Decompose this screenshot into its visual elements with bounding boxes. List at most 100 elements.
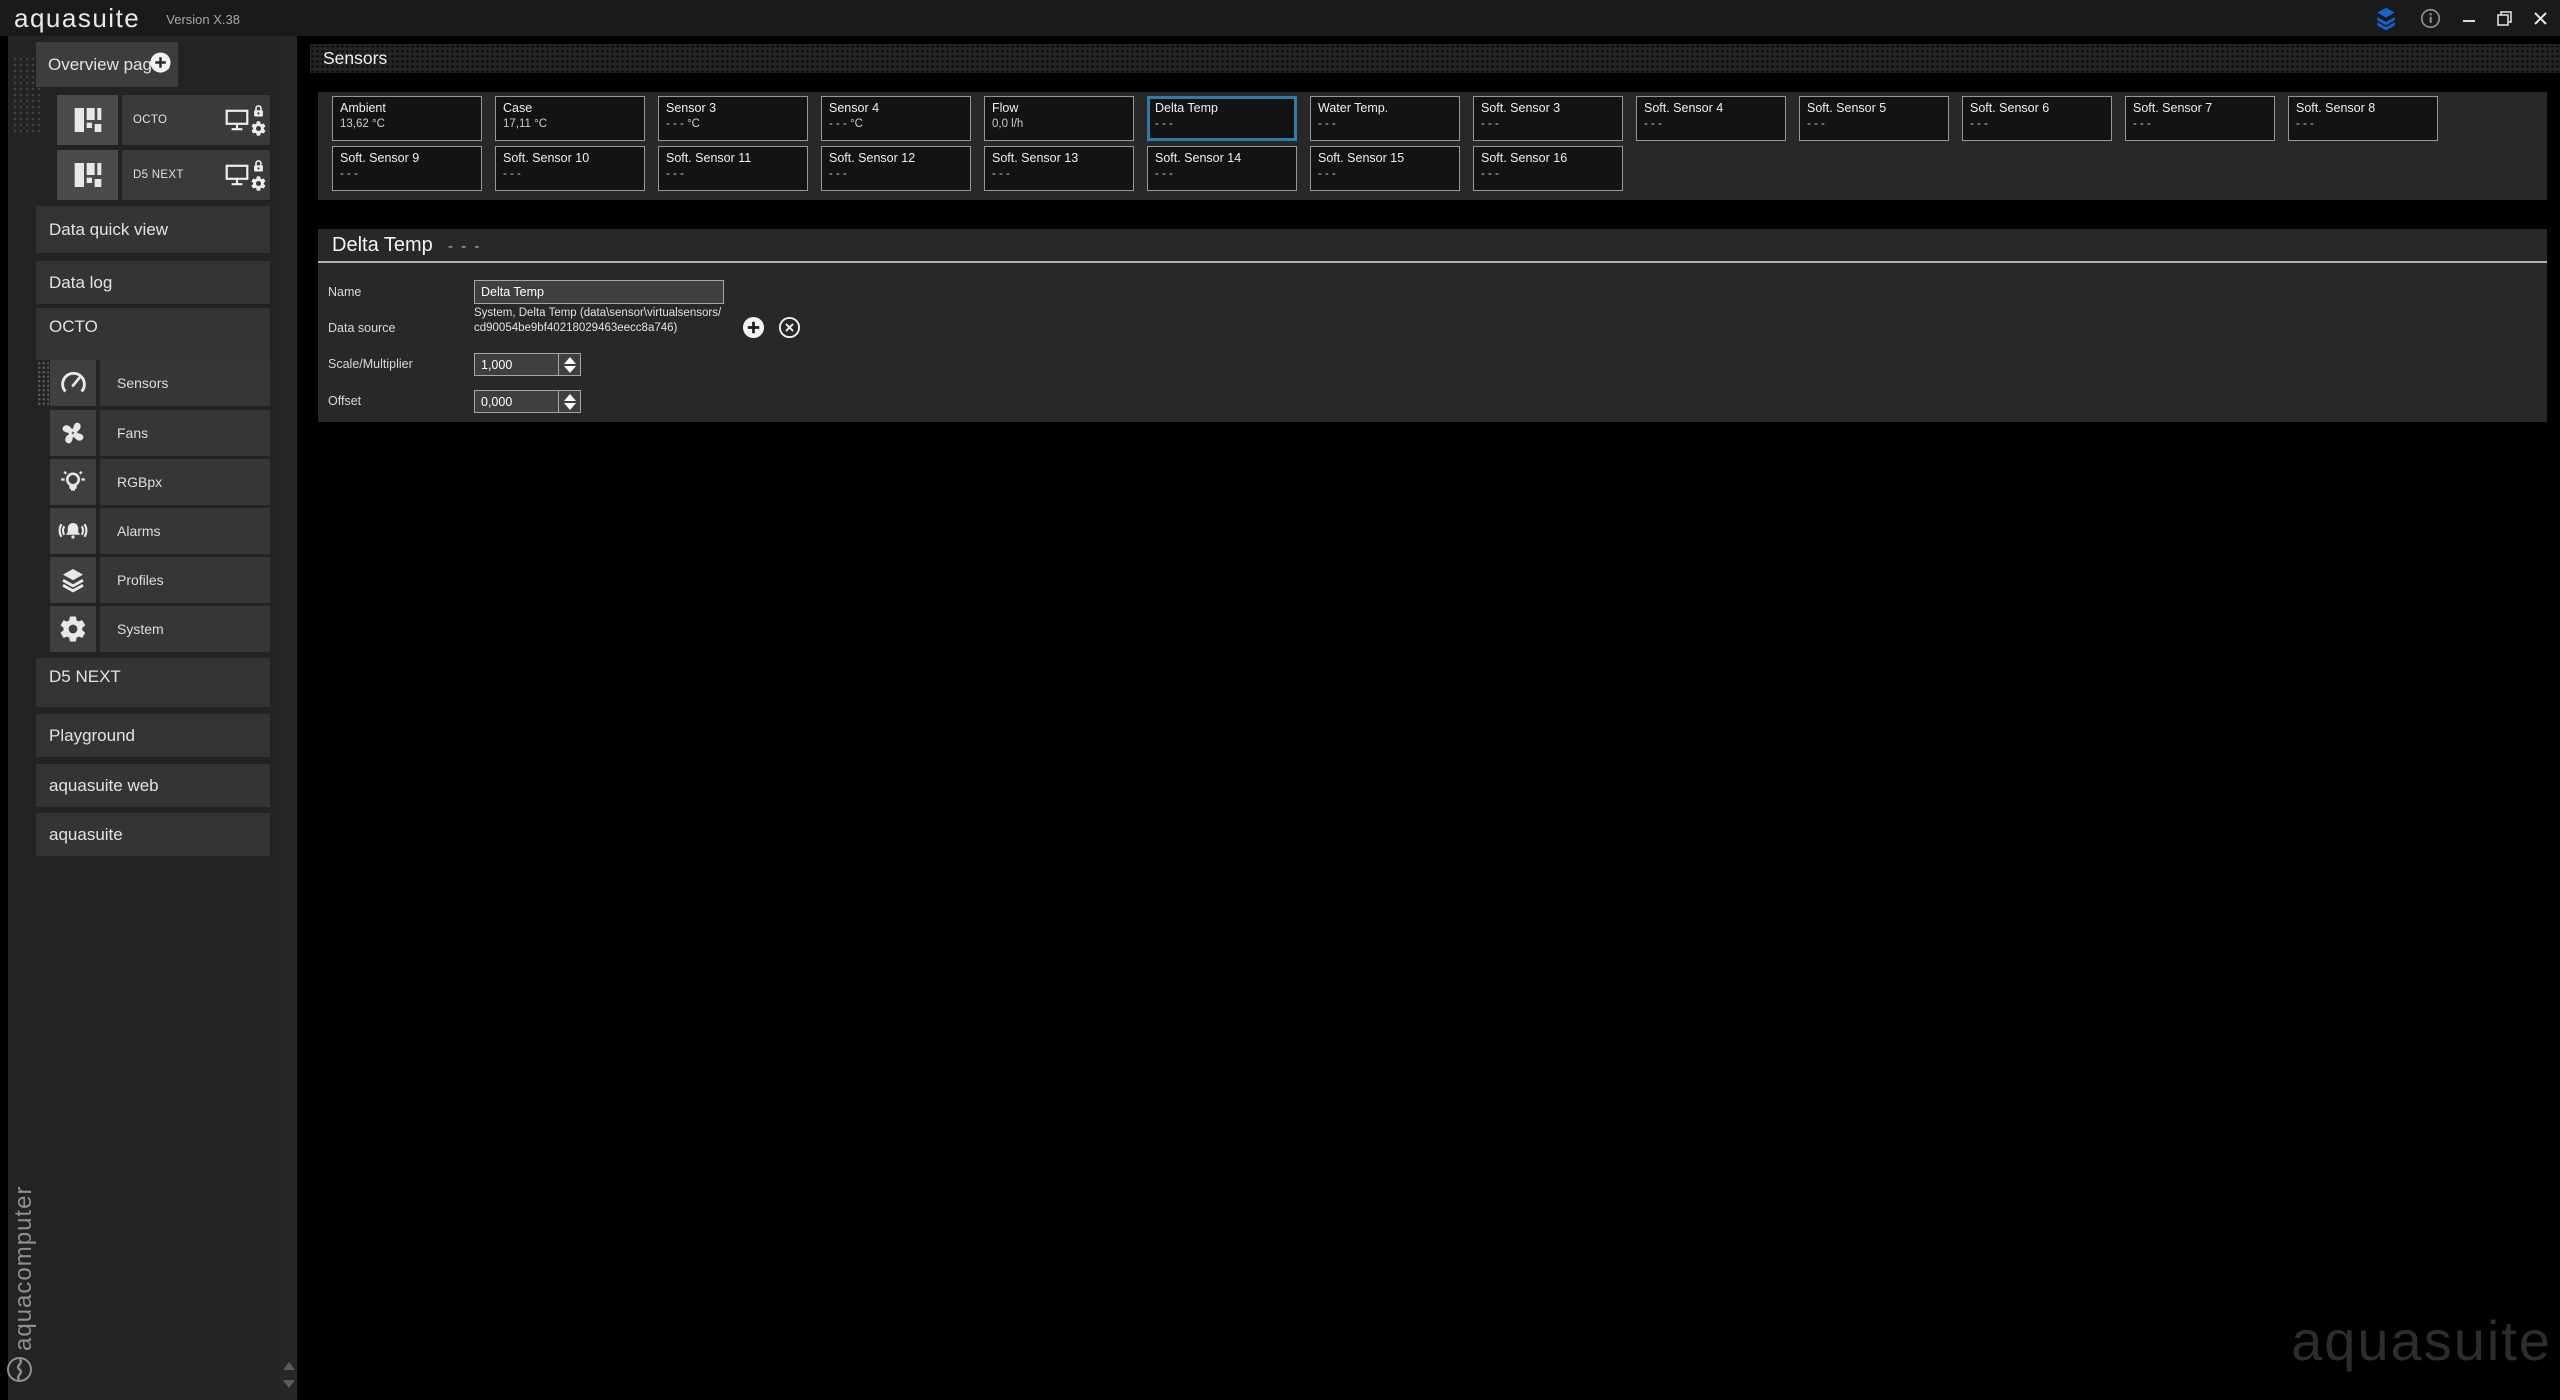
data-source-label: Data source [328,321,395,335]
sensor-tile-water-temp[interactable]: Water Temp. - - - [1310,96,1460,141]
sensor-tile-ambient[interactable]: Ambient 13,62 °C [332,96,482,141]
step-down-arrow[interactable] [564,366,576,373]
aquasuite-watermark: aquasuite [2291,1308,2552,1373]
sensor-tile-soft-sensor-8[interactable]: Soft. Sensor 8 - - - [2288,96,2438,141]
scroll-up-arrow[interactable] [283,1362,295,1370]
sidebar-item-rgbpx[interactable]: RGBpx [100,459,270,505]
dashboard-grid-icon [72,105,104,135]
sidebar-item-aquasuite[interactable]: aquasuite [36,813,270,856]
sidebar-item-overview-octo[interactable]: OCTO [122,95,270,145]
sensor-tile-sensor-3[interactable]: Sensor 3 - - - °C [658,96,808,141]
overview-page-thumbnail-octo[interactable] [57,95,118,145]
sensor-tile-case[interactable]: Case 17,11 °C [495,96,645,141]
overview-pages-header: Overview pages [36,42,178,87]
sensor-tile-soft-sensor-4[interactable]: Soft. Sensor 4 - - - [1636,96,1786,141]
sensor-tile-soft-sensor-3[interactable]: Soft. Sensor 3 - - - [1473,96,1623,141]
alarm-bell-icon [58,516,88,546]
sensor-tile-soft-sensor-16[interactable]: Soft. Sensor 16 - - - [1473,146,1623,191]
system-icon-box[interactable] [50,606,96,652]
minimize-button[interactable] [2462,11,2476,25]
remove-data-source-button[interactable] [778,316,801,344]
sensor-tile-soft-sensor-15[interactable]: Soft. Sensor 15 - - - [1310,146,1460,191]
sensor-tile-soft-sensor-11[interactable]: Soft. Sensor 11 - - - [658,146,808,191]
step-down-arrow[interactable] [564,403,576,410]
app-logo: aquasuite [14,3,140,34]
add-data-source-button[interactable] [742,316,765,344]
overview-page-label: D5 NEXT [133,169,184,181]
sidebar-item-sensors[interactable]: Sensors [100,360,270,406]
stepper-arrows[interactable] [558,391,580,412]
layers-status-icon[interactable] [2373,5,2399,31]
sidebar-item-playground[interactable]: Playground [36,714,270,757]
sensor-tile-soft-sensor-14[interactable]: Soft. Sensor 14 - - - [1147,146,1297,191]
name-input[interactable] [474,280,724,304]
sidebar-item-system[interactable]: System [100,606,270,652]
gear-icon [58,614,88,644]
monitor-icon[interactable] [224,163,250,187]
sensor-tile-soft-sensor-7[interactable]: Soft. Sensor 7 - - - [2125,96,2275,141]
lock-icon[interactable] [251,104,266,119]
brand-vertical-text: aquacomputer [9,1146,39,1351]
sidebar-item-label: Playground [49,726,135,746]
sidebar-item-label: Sensors [117,375,168,391]
monitor-icon[interactable] [224,108,250,132]
sensor-tile-soft-sensor-10[interactable]: Soft. Sensor 10 - - - [495,146,645,191]
fans-icon-box[interactable] [50,410,96,456]
sensor-tile-soft-sensor-5[interactable]: Soft. Sensor 5 - - - [1799,96,1949,141]
sensor-tile-delta-temp-selected[interactable]: Delta Temp - - - [1147,96,1297,141]
sidebar-item-overview-d5next[interactable]: D5 NEXT [122,150,270,200]
sidebar: Overview pages OCTO [8,36,280,1400]
info-icon[interactable] [2420,8,2441,29]
stepper-arrows[interactable] [558,354,580,375]
detail-title-value: - - - [448,238,481,255]
sidebar-section-octo[interactable]: OCTO [36,308,270,360]
sensor-tile-sensor-4[interactable]: Sensor 4 - - - °C [821,96,971,141]
sensor-tile-soft-sensor-12[interactable]: Soft. Sensor 12 - - - [821,146,971,191]
scale-multiplier-stepper[interactable]: 1,000 [474,353,581,376]
sidebar-section-label: D5 NEXT [49,667,121,687]
profiles-icon-box[interactable] [50,557,96,603]
gauge-icon [59,369,88,398]
gear-icon[interactable] [250,120,267,137]
sidebar-item-label: Data quick view [49,220,168,240]
page-header: Sensors [310,44,2560,73]
add-overview-page-button[interactable] [149,51,172,79]
lightbulb-icon [58,467,88,497]
sidebar-item-label: Profiles [117,572,164,588]
step-up-arrow[interactable] [564,394,576,401]
app-version: Version X.38 [166,12,240,27]
sidebar-scrollbar[interactable] [280,36,297,1400]
detail-title: Delta Temp [332,234,433,257]
drag-handle-dots[interactable] [37,361,49,406]
offset-stepper[interactable]: 0,000 [474,390,581,413]
sidebar-item-label: aquasuite web [49,776,159,796]
sensor-tile-flow[interactable]: Flow 0,0 l/h [984,96,1134,141]
sidebar-item-label: Alarms [117,523,161,539]
close-button[interactable] [2533,11,2548,26]
overview-page-thumbnail-d5next[interactable] [57,150,118,200]
restore-button[interactable] [2497,11,2512,26]
rgbpx-icon-box[interactable] [50,459,96,505]
sidebar-item-data-quick-view[interactable]: Data quick view [36,206,270,253]
sidebar-item-fans[interactable]: Fans [100,410,270,456]
alarms-icon-box[interactable] [50,508,96,554]
sidebar-item-label: RGBpx [117,474,162,490]
sensor-tile-soft-sensor-9[interactable]: Soft. Sensor 9 - - - [332,146,482,191]
sensor-tile-soft-sensor-13[interactable]: Soft. Sensor 13 - - - [984,146,1134,191]
separator [318,261,2547,263]
sidebar-section-d5next[interactable]: D5 NEXT [36,658,270,707]
aquacomputer-logo-icon [6,1356,33,1388]
sensors-icon-box[interactable] [50,360,96,406]
lock-icon[interactable] [251,159,266,174]
sidebar-item-profiles[interactable]: Profiles [100,557,270,603]
sidebar-item-data-log[interactable]: Data log [36,261,270,304]
sensor-tile-soft-sensor-6[interactable]: Soft. Sensor 6 - - - [1962,96,2112,141]
sidebar-item-label: Data log [49,273,112,293]
tiles-row-2: Soft. Sensor 9 - - - Soft. Sensor 10 - -… [332,146,2547,191]
step-up-arrow[interactable] [564,357,576,364]
sidebar-item-aquasuite-web[interactable]: aquasuite web [36,764,270,807]
gear-icon[interactable] [250,175,267,192]
titlebar: aquasuite Version X.38 [0,0,2560,36]
sidebar-item-alarms[interactable]: Alarms [100,508,270,554]
scroll-down-arrow[interactable] [283,1380,295,1388]
